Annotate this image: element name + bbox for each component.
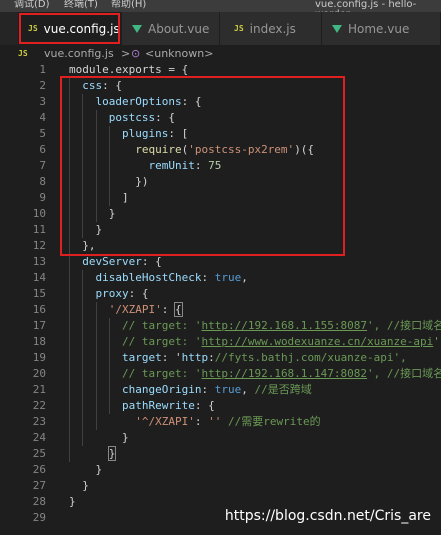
tab-index-js[interactable]: JS index.js: [220, 12, 322, 45]
menubar: 调试(D) 终端(T) 帮助(H) vue.config.js - hello-…: [0, 0, 441, 12]
js-file-icon: JS: [18, 49, 28, 58]
code-line[interactable]: }: [69, 206, 116, 222]
line-number: 28: [32, 495, 46, 508]
menu-item-debug[interactable]: 调试(D): [14, 0, 50, 10]
line-number: 26: [32, 463, 46, 476]
code-line[interactable]: module.exports = {: [69, 62, 188, 78]
breadcrumb: JS vue.config.js > ⊙ <unknown>: [0, 45, 441, 62]
code-line[interactable]: '/XZAPI': {: [69, 302, 183, 318]
tab-vue-config[interactable]: JS vue.config.js ×: [18, 12, 122, 45]
line-number: 6: [39, 143, 46, 156]
code-line[interactable]: require('postcss-px2rem')({: [69, 142, 314, 158]
code-line[interactable]: '^/XZAPI': '' //需要rewrite的: [69, 414, 320, 430]
js-file-icon: JS: [28, 24, 38, 33]
line-number: 2: [39, 79, 46, 92]
line-number: 16: [32, 303, 46, 316]
line-number: 11: [32, 223, 46, 236]
js-file-icon: JS: [234, 24, 244, 33]
line-number: 5: [39, 127, 46, 140]
code-line[interactable]: css: {: [69, 78, 122, 94]
code-line[interactable]: plugins: [: [69, 126, 188, 142]
code-line[interactable]: }: [69, 478, 89, 494]
line-number: 1: [39, 63, 46, 76]
code-line[interactable]: },: [69, 238, 95, 254]
line-number: 27: [32, 479, 46, 492]
line-number: 22: [32, 399, 46, 412]
code-line[interactable]: // target: 'http://www.wodexuanze.cn/xua…: [69, 334, 441, 350]
line-number: 13: [32, 255, 46, 268]
line-number: 20: [32, 367, 46, 380]
tab-label: About.vue: [148, 21, 210, 36]
code-line[interactable]: }: [69, 494, 76, 510]
vue-file-icon: [332, 24, 342, 33]
line-number: 8: [39, 175, 46, 188]
line-number: 12: [32, 239, 46, 252]
breadcrumb-file[interactable]: vue.config.js: [44, 45, 114, 62]
code-line[interactable]: postcss: {: [69, 110, 175, 126]
line-number: 15: [32, 287, 46, 300]
line-number: 23: [32, 415, 46, 428]
line-number: 17: [32, 319, 46, 332]
line-number: 4: [39, 111, 46, 124]
line-number: 25: [32, 447, 46, 460]
tab-bar: JS vue.config.js × About.vue JS index.js…: [0, 12, 441, 45]
line-number: 10: [32, 207, 46, 220]
code-line[interactable]: }: [69, 462, 102, 478]
tab-about-vue[interactable]: About.vue: [122, 12, 220, 45]
tab-label: vue.config.js: [43, 21, 120, 36]
window-title: vue.config.js - hello-worder: [315, 0, 417, 12]
line-number: 14: [32, 271, 46, 284]
tab-home-vue[interactable]: Home.vue: [322, 12, 441, 45]
code-line[interactable]: changeOrigin: true, //是否跨域: [69, 382, 312, 398]
code-line[interactable]: }: [69, 430, 129, 446]
code-line[interactable]: pathRewrite: {: [69, 398, 215, 414]
code-line[interactable]: remUnit: 75: [69, 158, 221, 174]
line-number: 18: [32, 335, 46, 348]
line-number: 3: [39, 95, 46, 108]
symbol-icon: ⊙: [131, 47, 141, 60]
code-line[interactable]: proxy: {: [69, 286, 149, 302]
line-number: 24: [32, 431, 46, 444]
code-line[interactable]: }): [69, 174, 148, 190]
vue-file-icon: [132, 24, 142, 33]
menu-item-help[interactable]: 帮助(H): [111, 0, 146, 10]
tab-label: Home.vue: [348, 21, 410, 36]
breadcrumb-symbol[interactable]: <unknown>: [145, 45, 213, 62]
watermark: https://blog.csdn.net/Cris_are: [224, 508, 431, 524]
code-line[interactable]: }: [69, 222, 102, 238]
line-number: 7: [39, 159, 46, 172]
line-number: 9: [39, 191, 46, 204]
line-number: 29: [32, 511, 46, 524]
breadcrumb-separator: >: [121, 47, 131, 60]
code-line[interactable]: }: [69, 446, 117, 462]
menu-item-terminal[interactable]: 终端(T): [64, 0, 98, 10]
code-line[interactable]: // target: 'http://192.168.1.147:8082', …: [69, 366, 441, 382]
code-line[interactable]: disableHostCheck: true,: [69, 270, 248, 286]
code-line[interactable]: loaderOptions: {: [69, 94, 202, 110]
code-line[interactable]: devServer: {: [69, 254, 161, 270]
line-number: 19: [32, 351, 46, 364]
line-number: 21: [32, 383, 46, 396]
code-line[interactable]: ]: [69, 190, 129, 206]
code-line[interactable]: target: 'http://fyts.bathj.com/xuanze-ap…: [69, 350, 407, 366]
tab-label: index.js: [249, 21, 296, 36]
code-editor[interactable]: 1 module.exports = { 2 css: { 3 loaderOptio…: [0, 62, 441, 535]
code-line[interactable]: // target: 'http://192.168.1.155:8087', …: [69, 318, 441, 334]
